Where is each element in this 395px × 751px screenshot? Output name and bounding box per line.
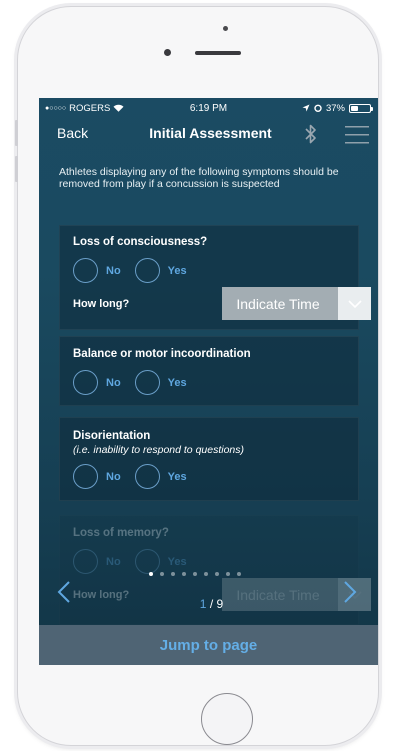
page-indicator: 1 / 9 [39,572,378,632]
question-subtitle: (i.e. inability to respond to questions) [73,444,245,456]
page-separator: / [206,597,217,611]
no-radio[interactable] [73,370,98,395]
question-title: Disorientation [73,430,151,442]
volume-down-button [15,156,18,182]
yes-radio[interactable] [134,370,160,395]
yes-radio[interactable] [134,258,160,283]
page-dot[interactable] [204,572,208,576]
jump-to-page-button[interactable]: Jump to page [39,625,378,665]
no-radio[interactable] [73,549,98,574]
page-dot[interactable] [226,572,230,576]
total-pages: 9 [216,597,224,611]
alarm-icon [314,104,322,112]
page-dot[interactable] [171,572,175,576]
volume-up-button [15,120,18,146]
battery-level [351,105,358,111]
page-counter: 1 / 9 [39,597,378,611]
page-dot[interactable] [182,572,186,576]
earpiece-speaker [195,51,241,55]
no-radio[interactable] [73,464,98,489]
no-label: No [106,470,121,483]
page-title: Initial Assessment [149,125,272,141]
question-title: Balance or motor incoordination [73,348,251,360]
front-camera [164,49,171,56]
no-label: No [106,555,121,568]
question-card-disorientation: Disorientation (i.e. inability to respon… [59,417,359,501]
no-label: No [106,376,121,389]
app-screen: ●○○○○ ROGERS 6:19 PM 37% Back Initial As… [39,98,378,665]
question-title: Loss of memory? [73,527,169,539]
yes-radio[interactable] [134,464,160,489]
home-button[interactable] [201,693,253,745]
battery-icon [349,103,373,113]
how-long-label: How long? [73,298,130,310]
location-icon [302,104,310,112]
navigation-bar: Back Initial Assessment [39,118,378,150]
page-dot[interactable] [237,572,241,576]
yes-label: Yes [167,376,187,389]
menu-icon[interactable] [345,125,369,145]
page-dots [149,572,241,576]
yes-label: Yes [167,470,187,483]
status-bar: ●○○○○ ROGERS 6:19 PM 37% [39,98,378,118]
question-card-loss-of-consciousness: Loss of consciousness? No Yes How long? … [59,225,371,330]
page-dot[interactable] [149,572,153,576]
page-dot[interactable] [160,572,164,576]
chevron-down-icon [347,299,362,308]
yes-label: Yes [167,264,187,277]
no-label: No [106,264,121,277]
bluetooth-icon[interactable] [304,123,318,145]
intro-text: Athletes displaying any of the following… [59,166,339,190]
indicate-time-select[interactable]: Indicate Time [222,287,371,320]
sensor-dot [223,26,228,31]
yes-label: Yes [167,555,187,568]
page-dot[interactable] [193,572,197,576]
question-title: Loss of consciousness? [73,236,208,248]
battery-percent: 37% [325,102,345,114]
question-card-balance: Balance or motor incoordination No Yes [59,336,359,406]
page-dot[interactable] [215,572,219,576]
no-radio[interactable] [73,258,98,283]
indicate-time-text: Indicate Time [222,287,338,320]
yes-radio[interactable] [134,549,160,574]
